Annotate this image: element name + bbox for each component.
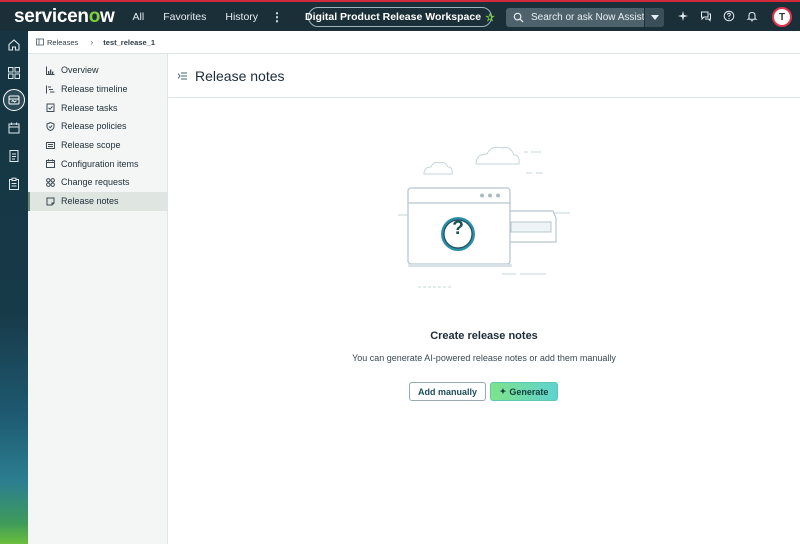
top-icon-group [676, 9, 768, 23]
left-rail [0, 31, 28, 544]
shield-icon [46, 121, 56, 131]
empty-state-title: Create release notes [430, 330, 538, 342]
workspace-title-pill[interactable]: Digital Product Release Workspace ☆ [305, 7, 495, 27]
chevron-right-icon: › [90, 37, 94, 47]
sidebar-item-label: Overview [61, 65, 99, 76]
change-icon [46, 177, 56, 187]
bell-icon[interactable] [745, 9, 759, 23]
clipboard-icon[interactable] [6, 176, 22, 192]
top-bar: servicenow All Favorites History ⋮ Digit… [0, 0, 800, 31]
sidebar-item-overview[interactable]: Overview [28, 61, 167, 80]
sidebar-item-label: Release notes [61, 196, 119, 207]
chart-icon [46, 65, 56, 75]
workspace-title: Digital Product Release Workspace [305, 11, 482, 23]
home-icon[interactable] [6, 37, 22, 53]
sidebar-item-release-scope[interactable]: Release scope [28, 136, 167, 155]
calendar-icon [46, 159, 56, 169]
nav-history[interactable]: History [225, 11, 258, 23]
release-icon[interactable] [3, 89, 25, 111]
sidebar-item-label: Release policies [61, 121, 127, 132]
generate-button-label: Generate [509, 386, 549, 397]
breadcrumb-releases[interactable]: Releases [47, 38, 78, 47]
sidebar-item-configuration-items[interactable]: Configuration items [28, 154, 167, 173]
avatar[interactable]: T [772, 7, 792, 27]
nav-all[interactable]: All [133, 11, 145, 23]
favorite-star-icon[interactable]: ☆ [485, 11, 495, 24]
empty-state-illustration [398, 146, 570, 288]
top-nav: All Favorites History ⋮ [133, 10, 284, 24]
scope-icon [46, 140, 56, 150]
search-dropdown-button[interactable] [644, 8, 664, 27]
global-search[interactable]: Search or ask Now Assist [506, 8, 664, 27]
timeline-icon [46, 84, 56, 94]
sparkle-icon[interactable] [676, 9, 690, 23]
document-icon[interactable] [6, 148, 22, 164]
question-mark-icon: ? [452, 218, 464, 239]
help-icon[interactable] [722, 9, 736, 23]
sidebar-item-release-policies[interactable]: Release policies [28, 117, 167, 136]
page-title: Release notes [195, 67, 285, 84]
sidebar-item-release-notes[interactable]: Release notes [28, 191, 167, 211]
search-icon [513, 11, 527, 25]
sidebar-item-change-requests[interactable]: Change requests [28, 173, 167, 192]
generate-button[interactable]: ✦ Generate [490, 382, 558, 401]
nav-favorites[interactable]: Favorites [163, 11, 206, 23]
sidebar-item-release-timeline[interactable]: Release timeline [28, 80, 167, 99]
breadcrumb: Releases › test_release_1 [28, 31, 800, 54]
sparkle-icon: ✦ [499, 387, 507, 396]
add-manually-button[interactable]: Add manually [409, 382, 486, 401]
servicenow-logo[interactable]: servicenow [14, 6, 115, 28]
chevron-down-icon [650, 14, 659, 20]
breadcrumb-current: test_release_1 [103, 37, 155, 47]
sidebar-item-release-tasks[interactable]: Release tasks [28, 98, 167, 117]
sidebar-item-label: Release scope [61, 140, 121, 151]
main-header: Release notes [168, 54, 800, 98]
sidebar-item-label: Release tasks [61, 102, 118, 113]
search-placeholder: Search or ask Now Assist [531, 12, 645, 23]
task-icon [46, 103, 56, 113]
calendar-icon[interactable] [6, 120, 22, 136]
grid-icon[interactable] [6, 65, 22, 81]
more-menu-icon[interactable]: ⋮ [271, 10, 283, 24]
note-icon [46, 196, 56, 206]
sidebar-item-label: Change requests [61, 177, 130, 188]
empty-state-description: You can generate AI-powered release note… [352, 353, 616, 363]
chat-icon[interactable] [699, 9, 713, 23]
collapse-nav-icon[interactable] [178, 71, 188, 81]
main-content: Release notes ? Create release notes You… [168, 54, 800, 544]
empty-state-actions: Add manually ✦ Generate [409, 382, 558, 401]
release-side-nav: Overview Release timeline Release tasks … [28, 54, 168, 544]
sidebar-item-label: Configuration items [61, 158, 139, 169]
sidebar-item-label: Release timeline [61, 84, 128, 95]
releases-icon [36, 38, 44, 46]
